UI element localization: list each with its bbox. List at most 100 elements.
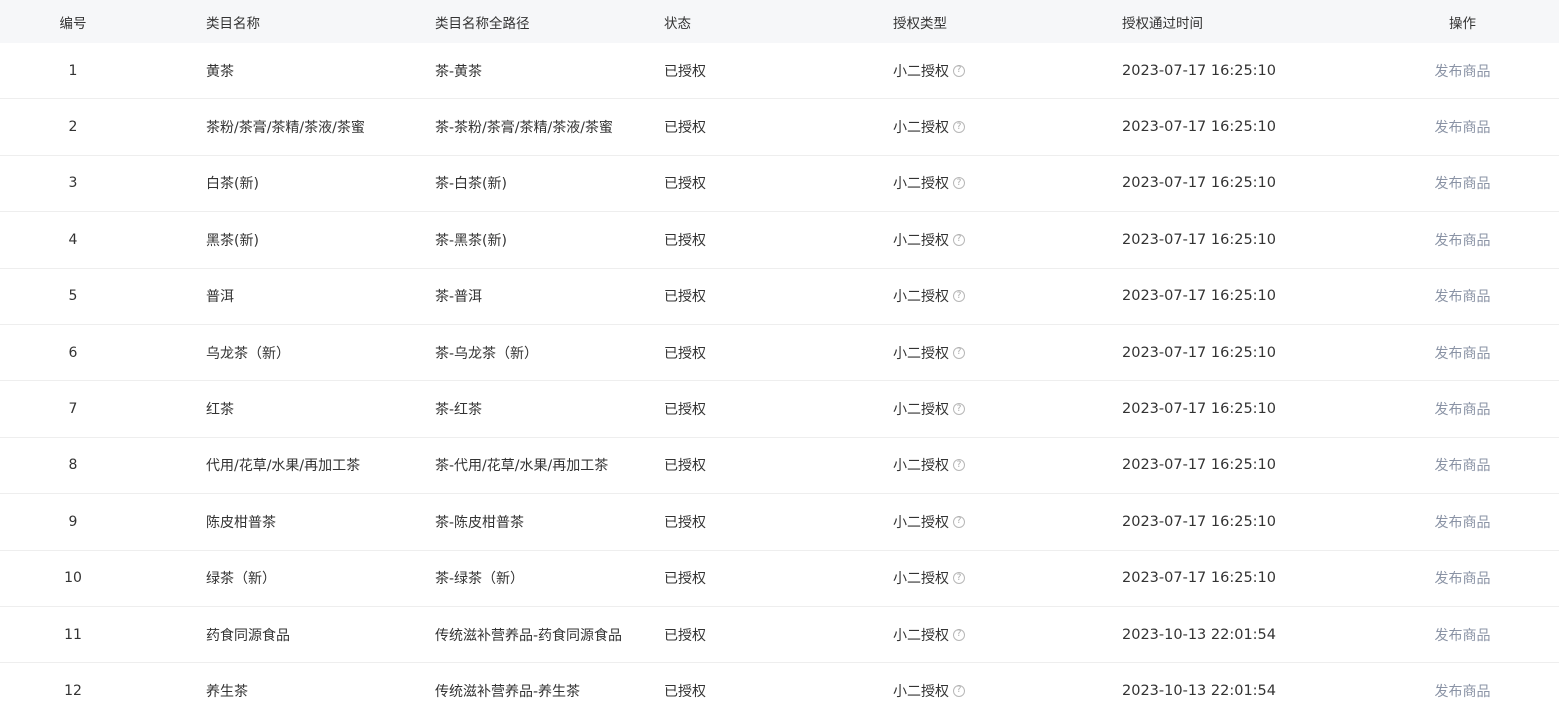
cell-auth-time: 2023-07-17 16:25:10 (1122, 551, 1276, 606)
help-icon[interactable]: ? (953, 177, 965, 190)
auth-time-text: 2023-07-17 16:25:10 (1122, 401, 1276, 418)
auth-time-text: 2023-10-13 22:01:54 (1122, 626, 1276, 643)
auth-type-label: 小二授权 (893, 458, 949, 475)
cell-category-name: 绿茶（新） (206, 571, 276, 588)
help-icon[interactable]: ? (953, 290, 965, 303)
publish-product-link[interactable]: 发布商品 (1435, 117, 1491, 137)
help-icon[interactable]: ? (953, 684, 965, 697)
cell-auth-time: 2023-07-17 16:25:10 (1122, 212, 1276, 267)
cell-category-name: 红茶 (206, 402, 234, 419)
cell-category-path: 茶-普洱 (435, 289, 483, 306)
auth-time-text: 2023-10-13 22:01:54 (1122, 682, 1276, 699)
table-body: 1 黄茶 茶-黄茶 已授权 小二授权 ? 2023-07-17 16:25:10… (0, 43, 1559, 719)
cell-auth-type: 小二授权 ? (893, 381, 965, 436)
cell-operation: 发布商品 (1400, 551, 1525, 606)
auth-type-label: 小二授权 (893, 627, 949, 644)
cell-no: 4 (68, 231, 78, 248)
help-icon[interactable]: ? (953, 403, 965, 416)
cell-auth-type: 小二授权 ? (893, 269, 965, 324)
cell-auth-type: 小二授权 ? (893, 156, 965, 211)
cell-no: 6 (68, 344, 78, 361)
help-icon[interactable]: ? (953, 572, 965, 585)
publish-product-link[interactable]: 发布商品 (1435, 681, 1491, 701)
publish-product-link[interactable]: 发布商品 (1435, 455, 1491, 475)
cell-category-name: 代用/花草/水果/再加工茶 (206, 458, 361, 475)
publish-product-link[interactable]: 发布商品 (1435, 399, 1491, 419)
cell-operation: 发布商品 (1400, 269, 1525, 324)
auth-type-label: 小二授权 (893, 571, 949, 588)
help-icon[interactable]: ? (953, 346, 965, 359)
publish-product-link[interactable]: 发布商品 (1435, 512, 1491, 532)
help-icon[interactable]: ? (953, 64, 965, 77)
cell-operation: 发布商品 (1400, 43, 1525, 98)
auth-time-text: 2023-07-17 16:25:10 (1122, 570, 1276, 587)
cell-category-path: 传统滋补营养品-药食同源食品 (435, 627, 623, 644)
publish-product-link[interactable]: 发布商品 (1435, 625, 1491, 645)
cell-auth-time: 2023-07-17 16:25:10 (1122, 156, 1276, 211)
help-icon[interactable]: ? (953, 459, 965, 472)
table-row: 8 代用/花草/水果/再加工茶 茶-代用/花草/水果/再加工茶 已授权 小二授权… (0, 438, 1559, 495)
cell-category-path: 茶-黑茶(新) (435, 232, 507, 249)
cell-category-name: 乌龙茶（新） (206, 345, 290, 362)
cell-auth-type: 小二授权 ? (893, 43, 965, 98)
cell-operation: 发布商品 (1400, 438, 1525, 493)
table-row: 10 绿茶（新） 茶-绿茶（新） 已授权 小二授权 ? 2023-07-17 1… (0, 551, 1559, 607)
table-row: 7 红茶 茶-红茶 已授权 小二授权 ? 2023-07-17 16:25:10… (0, 381, 1559, 438)
cell-status: 已授权 (664, 683, 706, 700)
cell-category-name: 陈皮柑普茶 (206, 514, 276, 531)
cell-auth-type: 小二授权 ? (893, 607, 965, 662)
cell-category-name: 养生茶 (206, 683, 248, 700)
cell-auth-time: 2023-07-17 16:25:10 (1122, 269, 1276, 324)
cell-auth-time: 2023-07-17 16:25:10 (1122, 43, 1276, 98)
cell-category-name: 药食同源食品 (206, 627, 290, 644)
cell-category-path: 茶-乌龙茶（新） (435, 345, 539, 362)
help-icon[interactable]: ? (953, 233, 965, 246)
auth-time-text: 2023-07-17 16:25:10 (1122, 344, 1276, 361)
cell-category-name: 茶粉/茶膏/茶精/茶液/茶蜜 (206, 120, 365, 137)
cell-auth-time: 2023-07-17 16:25:10 (1122, 438, 1276, 493)
cell-operation: 发布商品 (1400, 99, 1525, 154)
cell-no: 3 (68, 175, 78, 192)
cell-status: 已授权 (664, 458, 706, 475)
publish-product-link[interactable]: 发布商品 (1435, 286, 1491, 306)
auth-time-text: 2023-07-17 16:25:10 (1122, 231, 1276, 248)
auth-type-label: 小二授权 (893, 176, 949, 193)
table-row: 12 养生茶 传统滋补营养品-养生茶 已授权 小二授权 ? 2023-10-13… (0, 663, 1559, 719)
cell-auth-time: 2023-10-13 22:01:54 (1122, 663, 1276, 718)
cell-category-name: 黄茶 (206, 63, 234, 80)
cell-operation: 发布商品 (1400, 156, 1525, 211)
cell-status: 已授权 (664, 627, 706, 644)
help-icon[interactable]: ? (953, 628, 965, 641)
header-category-name: 类目名称 (206, 15, 260, 32)
cell-auth-type: 小二授权 ? (893, 325, 965, 380)
cell-operation: 发布商品 (1400, 494, 1525, 549)
publish-product-link[interactable]: 发布商品 (1435, 173, 1491, 193)
cell-no: 7 (68, 401, 78, 418)
cell-category-path: 茶-红茶 (435, 402, 483, 419)
cell-status: 已授权 (664, 289, 706, 306)
cell-operation: 发布商品 (1400, 607, 1525, 662)
cell-category-path: 茶-绿茶（新） (435, 571, 525, 588)
publish-product-link[interactable]: 发布商品 (1435, 230, 1491, 250)
cell-auth-type: 小二授权 ? (893, 438, 965, 493)
help-icon[interactable]: ? (953, 515, 965, 528)
table-row: 5 普洱 茶-普洱 已授权 小二授权 ? 2023-07-17 16:25:10… (0, 269, 1559, 325)
cell-status: 已授权 (664, 176, 706, 193)
cell-status: 已授权 (664, 120, 706, 137)
auth-type-label: 小二授权 (893, 345, 949, 362)
cell-no: 12 (64, 682, 82, 699)
publish-product-link[interactable]: 发布商品 (1435, 568, 1491, 588)
table-row: 1 黄茶 茶-黄茶 已授权 小二授权 ? 2023-07-17 16:25:10… (0, 43, 1559, 100)
table-row: 3 白茶(新) 茶-白茶(新) 已授权 小二授权 ? 2023-07-17 16… (0, 156, 1559, 213)
auth-time-text: 2023-07-17 16:25:10 (1122, 513, 1276, 530)
publish-product-link[interactable]: 发布商品 (1435, 61, 1491, 81)
table-row: 11 药食同源食品 传统滋补营养品-药食同源食品 已授权 小二授权 ? 2023… (0, 607, 1559, 664)
cell-category-path: 传统滋补营养品-养生茶 (435, 683, 581, 700)
auth-time-text: 2023-07-17 16:25:10 (1122, 288, 1276, 305)
cell-auth-time: 2023-07-17 16:25:10 (1122, 494, 1276, 549)
cell-status: 已授权 (664, 63, 706, 80)
cell-auth-type: 小二授权 ? (893, 99, 965, 154)
help-icon[interactable]: ? (953, 121, 965, 134)
publish-product-link[interactable]: 发布商品 (1435, 343, 1491, 363)
auth-type-label: 小二授权 (893, 402, 949, 419)
